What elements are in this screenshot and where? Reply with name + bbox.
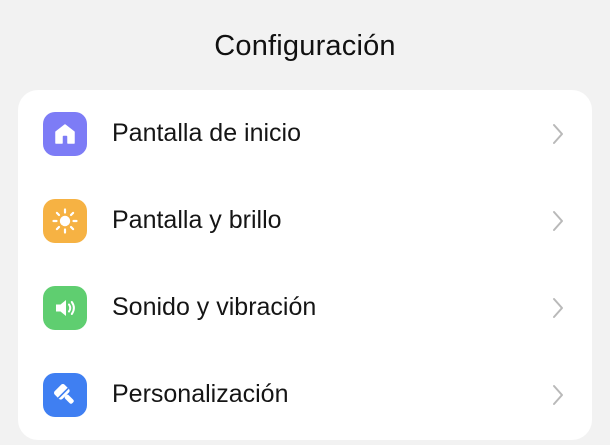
settings-item-label: Pantalla de inicio: [112, 119, 302, 147]
settings-item-sound-vibration[interactable]: Sonido y vibración: [18, 264, 592, 351]
page-title: Configuración: [214, 30, 396, 62]
chevron-right-icon: [550, 296, 566, 320]
settings-item-display-brightness[interactable]: Pantalla y brillo: [18, 177, 592, 264]
settings-item-personalization[interactable]: Personalización: [18, 351, 592, 438]
chevron-right-icon: [550, 122, 566, 146]
chevron-right-icon: [550, 209, 566, 233]
paintbrush-icon: [43, 372, 87, 417]
speaker-icon: [43, 285, 87, 330]
settings-item-home-screen[interactable]: Pantalla de inicio: [18, 90, 592, 177]
settings-item-label: Personalización: [112, 380, 289, 408]
chevron-right-icon: [550, 383, 566, 407]
settings-item-label: Sonido y vibración: [112, 293, 317, 321]
settings-list: Pantalla de inicio Pantalla y brillo Son…: [18, 90, 592, 440]
brightness-icon: [43, 198, 87, 243]
header: Configuración: [0, 0, 610, 90]
home-icon: [43, 111, 87, 156]
settings-item-label: Pantalla y brillo: [112, 206, 282, 234]
